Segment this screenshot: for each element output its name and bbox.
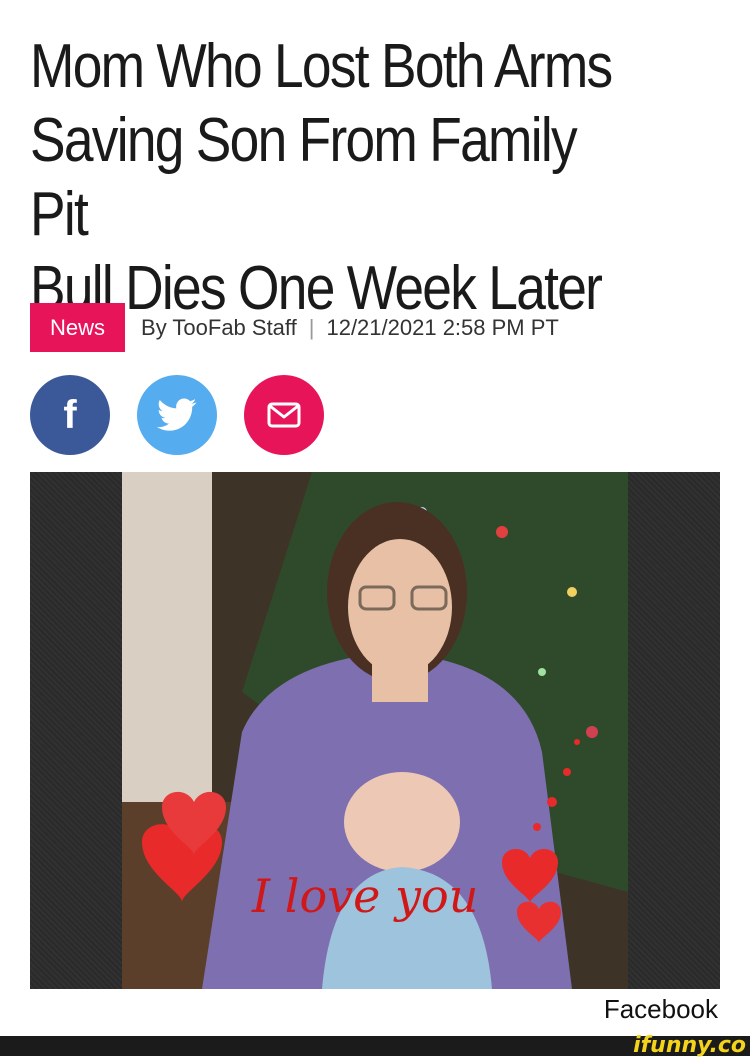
ifunny-watermark: ifunny.co — [633, 1033, 746, 1058]
share-twitter-button[interactable] — [137, 375, 217, 455]
article-headline: Mom Who Lost Both Arms Saving Son From F… — [30, 32, 613, 323]
publish-timestamp: 12/21/2021 2:58 PM PT — [326, 314, 559, 340]
photo-overlay-text: I love you — [251, 869, 478, 923]
envelope-icon — [267, 402, 301, 428]
share-facebook-button[interactable]: f — [30, 375, 110, 455]
photo-illustration: I love you — [122, 472, 628, 989]
article-photo: I love you — [122, 472, 628, 989]
article-image-frame: I love you — [30, 472, 720, 989]
author-byline: By TooFab Staff — [141, 314, 297, 340]
share-email-button[interactable] — [244, 375, 324, 455]
share-buttons: f — [30, 375, 351, 455]
facebook-icon: f — [63, 392, 77, 437]
meta-separator: | — [308, 314, 315, 340]
byline: By TooFab Staff | 12/21/2021 2:58 PM PT — [141, 315, 559, 341]
photo-caption: Facebook — [603, 994, 718, 1024]
twitter-bird-icon — [157, 398, 197, 431]
footer-bar: ifunny.co — [0, 1033, 750, 1058]
category-tag-news[interactable]: News — [30, 303, 126, 352]
article-meta: News By TooFab Staff | 12/21/2021 2:58 PM … — [30, 303, 559, 352]
